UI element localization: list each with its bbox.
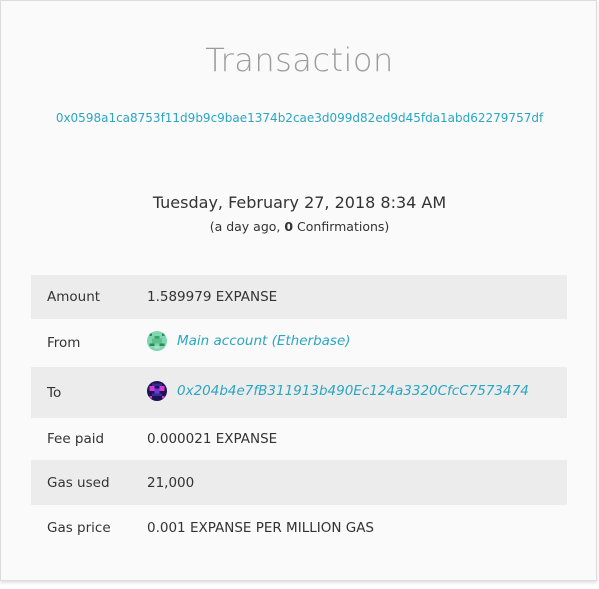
age-text: (a day ago, <box>209 219 285 234</box>
amount-label: Amount <box>47 289 101 305</box>
amount-value: 1.589979 EXPANSE <box>147 289 278 305</box>
amount-row: Amount 1.589979 EXPANSE <box>31 275 567 319</box>
fee-paid-row: Fee paid 0.000021 EXPANSE <box>31 418 567 460</box>
to-address-link[interactable]: 0x204b4e7fB311913b490Ec124a3320CfcC75734… <box>147 380 529 401</box>
gas-used-row: Gas used 21,000 <box>31 460 567 505</box>
page-title: Transaction <box>205 41 394 79</box>
gas-price-row: Gas price 0.001 EXPANSE PER MILLION GAS <box>31 505 567 550</box>
gas-price-label: Gas price <box>47 519 111 536</box>
to-label: To <box>47 384 62 401</box>
from-account-name: Main account (Etherbase) <box>177 333 351 349</box>
gas-used-label: Gas used <box>47 474 110 491</box>
identicon-purple-icon <box>147 380 167 401</box>
from-label: From <box>47 335 81 351</box>
to-row: To 0x204b4e7fB311913b490Ec124a3320CfcC75… <box>31 367 567 418</box>
fee-paid-label: Fee paid <box>47 431 105 447</box>
gas-price-value: 0.001 EXPANSE PER MILLION GAS <box>147 519 374 536</box>
to-address-text: 0x204b4e7fB311913b490Ec124a3320CfcC75734… <box>177 382 529 399</box>
confirmations-count: 0 <box>284 219 294 234</box>
transaction-details-table: Amount 1.589979 EXPANSE From Main accoun… <box>31 275 567 550</box>
confirmation-info: (a day ago, 0 Confirmations) <box>1 219 598 234</box>
confirmations-label: Confirmations) <box>293 219 390 234</box>
transaction-datetime: Tuesday, February 27, 2018 8:34 AM <box>152 193 447 212</box>
transaction-panel: Transaction 0x0598a1ca8753f11d9b9c9bae13… <box>0 0 597 581</box>
transaction-hash-link[interactable]: 0x0598a1ca8753f11d9b9c9bae1374b2cae3d099… <box>1 111 598 125</box>
gas-used-value: 21,000 <box>147 474 195 491</box>
from-account-link[interactable]: Main account (Etherbase) <box>147 331 351 351</box>
from-row: From Main account (Etherbase) <box>31 319 567 367</box>
identicon-green-icon <box>147 331 167 351</box>
fee-paid-value: 0.000021 EXPANSE <box>147 431 278 447</box>
